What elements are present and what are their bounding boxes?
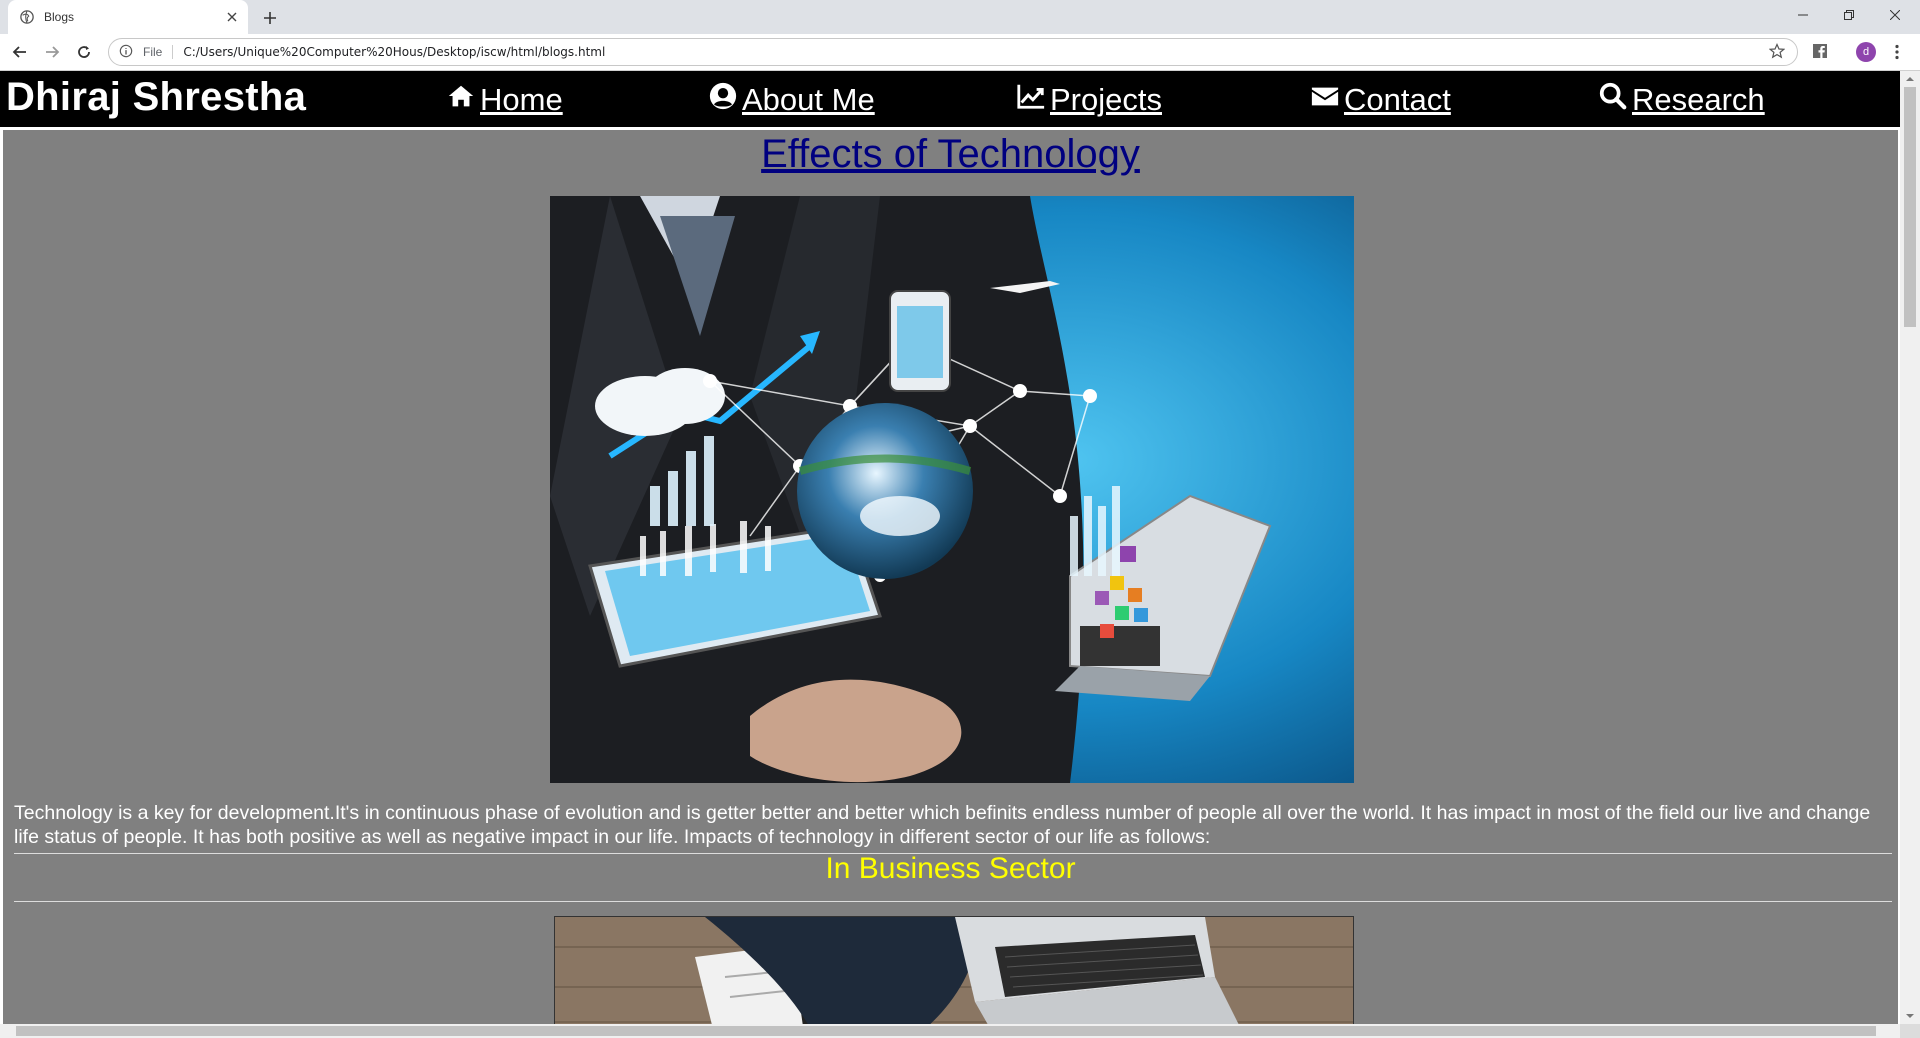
horizontal-scroll-thumb[interactable]	[16, 1026, 1876, 1036]
profile-avatar[interactable]: d	[1856, 42, 1876, 62]
restore-button[interactable]	[1826, 0, 1872, 30]
address-bar[interactable]: File C:/Users/Unique%20Computer%20Hous/D…	[108, 38, 1798, 66]
page-title[interactable]: Effects of Technology	[3, 132, 1898, 177]
nav-link-label: Contact	[1344, 82, 1451, 117]
nav-link-label: Research	[1632, 82, 1765, 117]
nav-link-projects[interactable]: Projects	[1016, 81, 1162, 119]
business-laptop-desk-image	[554, 916, 1354, 1024]
globe-icon	[20, 10, 34, 24]
close-window-button[interactable]	[1872, 0, 1918, 30]
nav-link-home[interactable]: Home	[446, 81, 563, 119]
scrollbar-corner	[1900, 1024, 1920, 1038]
facebook-extension-icon[interactable]	[1812, 43, 1830, 61]
page-viewport: Dhiraj Shrestha Home About Me Projects C…	[0, 71, 1900, 1024]
nav-link-about-me[interactable]: About Me	[708, 81, 875, 119]
forward-button[interactable]	[40, 40, 64, 64]
nav-link-research[interactable]: Research	[1598, 81, 1765, 119]
browser-toolbar: File C:/Users/Unique%20Computer%20Hous/D…	[0, 34, 1920, 71]
nav-link-contact[interactable]: Contact	[1310, 81, 1451, 119]
section-heading-business: In Business Sector	[825, 852, 1076, 885]
line-chart-icon	[1016, 81, 1046, 119]
nav-link-label: Projects	[1050, 82, 1162, 117]
search-icon	[1598, 81, 1628, 119]
back-button[interactable]	[8, 40, 32, 64]
reload-button[interactable]	[72, 40, 96, 64]
new-tab-button[interactable]	[258, 6, 282, 30]
scroll-down-arrow-icon[interactable]	[1905, 1011, 1915, 1021]
technology-network-hand-image	[550, 196, 1354, 783]
site-navbar: Dhiraj Shrestha Home About Me Projects C…	[0, 71, 1900, 127]
scheme-label: File	[143, 45, 174, 59]
blog-content: Effects of Technology Technology is a ke…	[3, 130, 1898, 1024]
horizontal-scrollbar[interactable]	[0, 1024, 1900, 1038]
more-menu-icon[interactable]	[1888, 43, 1906, 61]
close-tab-icon[interactable]	[224, 9, 240, 25]
url-text[interactable]: C:/Users/Unique%20Computer%20Hous/Deskto…	[183, 45, 1769, 59]
scroll-up-arrow-icon[interactable]	[1905, 74, 1915, 84]
minimize-button[interactable]	[1780, 0, 1826, 30]
nav-link-label: Home	[480, 82, 563, 117]
nav-link-label: About Me	[742, 82, 875, 117]
user-circle-icon	[708, 81, 738, 119]
home-icon	[446, 81, 476, 119]
site-brand: Dhiraj Shrestha	[6, 75, 307, 119]
tab-title: Blogs	[44, 10, 75, 24]
info-icon[interactable]	[119, 44, 135, 60]
browser-tab-strip: Blogs	[0, 0, 1920, 34]
envelope-icon	[1310, 81, 1340, 119]
vertical-scroll-thumb[interactable]	[1904, 87, 1916, 327]
vertical-scrollbar[interactable]	[1900, 71, 1920, 1024]
section-divider-bottom	[14, 901, 1892, 902]
bookmark-star-icon[interactable]	[1769, 43, 1787, 61]
browser-tab[interactable]: Blogs	[8, 0, 248, 34]
intro-paragraph: Technology is a key for development.It's…	[14, 802, 1871, 848]
